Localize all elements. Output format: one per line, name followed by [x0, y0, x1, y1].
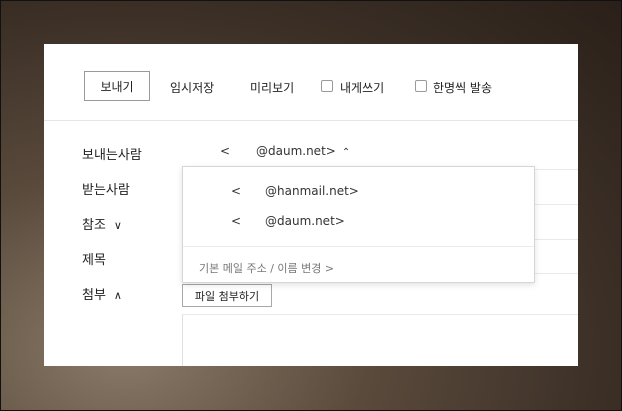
sender-option-daum[interactable]: < @daum.net> — [231, 214, 345, 228]
compose-panel: 보내기 임시저장 미리보기 내게쓰기 한명씩 발송 보내는사람 < @daum.n… — [44, 44, 578, 366]
sender-label: 보내는사람 — [82, 148, 142, 163]
recipient-label: 받는사람 — [82, 183, 130, 198]
chevron-up-icon[interactable]: ∧ — [114, 289, 122, 302]
individual-send-checkbox[interactable] — [415, 80, 427, 92]
compose-toolbar: 보내기 임시저장 미리보기 내게쓰기 한명씩 발송 — [44, 44, 578, 121]
dropdown-divider — [183, 246, 534, 247]
cc-label-text: 참조 — [82, 218, 106, 233]
to-self-label[interactable]: 내게쓰기 — [340, 79, 384, 96]
option-domain: @daum.net> — [265, 214, 345, 228]
attachment-dropzone[interactable] — [182, 314, 578, 366]
sender-value-prefix: < — [220, 144, 231, 158]
attach-file-button[interactable]: 파일 첨부하기 — [182, 284, 272, 307]
option-prefix: < — [231, 214, 242, 228]
preview-button[interactable]: 미리보기 — [250, 79, 294, 96]
chevron-down-icon[interactable]: ∨ — [114, 219, 122, 232]
attachment-label[interactable]: 첨부 ∧ — [82, 284, 122, 303]
change-default-address-link[interactable]: 기본 메일 주소 / 이름 변경 > — [199, 260, 334, 276]
sender-value-domain: @daum.net> — [256, 144, 336, 158]
save-draft-button[interactable]: 임시저장 — [170, 79, 214, 96]
attachment-label-text: 첨부 — [82, 288, 106, 303]
individual-send-label[interactable]: 한명씩 발송 — [433, 79, 492, 96]
option-prefix: < — [231, 184, 242, 198]
send-button[interactable]: 보내기 — [84, 71, 150, 101]
to-self-checkbox[interactable] — [321, 80, 333, 92]
sender-dropdown: < @hanmail.net> < @daum.net> 기본 메일 주소 / 이름… — [182, 166, 535, 283]
caret-up-icon[interactable]: ⌃ — [342, 147, 350, 158]
subject-label: 제목 — [82, 253, 106, 268]
panel-edge-nub — [44, 262, 49, 270]
cc-label[interactable]: 참조 ∨ — [82, 214, 122, 233]
sender-option-hanmail[interactable]: < @hanmail.net> — [231, 184, 359, 198]
option-domain: @hanmail.net> — [265, 184, 359, 198]
sender-select[interactable]: < @daum.net> ⌃ — [220, 144, 350, 158]
